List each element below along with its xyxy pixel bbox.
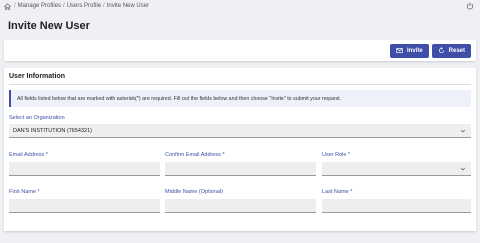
chevron-down-icon <box>460 167 466 171</box>
user-role-label: User Role * <box>322 152 350 158</box>
email-field[interactable] <box>9 162 160 176</box>
confirm-email-label: Confirm Email Address * <box>165 152 225 158</box>
email-label-text: Email Address <box>9 152 45 158</box>
refresh-icon <box>438 47 444 53</box>
home-icon[interactable] <box>4 2 11 10</box>
first-name-label: First Name * <box>9 189 40 195</box>
section-divider <box>9 84 471 85</box>
organization-select[interactable]: DAN'S INSTITUTION (7654321) <box>9 124 471 138</box>
invite-button[interactable]: Invite <box>389 43 429 58</box>
first-name-label-text: First Name <box>9 189 36 195</box>
breadcrumb-separator: / <box>63 3 65 9</box>
middle-name-label-text: Middle Name (Optional) <box>165 189 224 195</box>
reset-button-label: Reset <box>448 47 465 54</box>
required-marker: * <box>222 152 225 158</box>
breadcrumb-item-manage-profiles[interactable]: Manage Profiles <box>18 3 61 9</box>
email-label: Email Address * <box>9 152 48 158</box>
breadcrumb-item-users-profile[interactable]: Users Profile <box>67 3 101 9</box>
organization-label: Select an Organization <box>9 115 65 121</box>
invite-button-label: Invite <box>406 47 423 54</box>
required-marker: * <box>37 189 40 195</box>
middle-name-label: Middle Name (Optional) <box>165 189 223 195</box>
user-information-form: User Information All fields listed below… <box>4 68 476 231</box>
chevron-down-icon <box>460 129 466 133</box>
middle-name-field[interactable] <box>165 199 316 213</box>
first-name-field[interactable] <box>9 199 160 213</box>
confirm-email-field[interactable] <box>165 162 316 176</box>
last-name-label-text: Last Name <box>322 189 349 195</box>
required-marker: * <box>350 189 353 195</box>
envelope-icon <box>396 48 403 53</box>
reset-button[interactable]: Reset <box>431 43 471 58</box>
power-icon[interactable] <box>466 2 474 10</box>
actions-bar: Invite Reset <box>4 40 476 61</box>
breadcrumb: / Manage Profiles / Users Profile / Invi… <box>0 0 480 12</box>
organization-select-value: DAN'S INSTITUTION (7654321) <box>13 127 92 134</box>
breadcrumb-item-invite-new-user: Invite New User <box>106 3 150 9</box>
section-title: User Information <box>9 73 66 80</box>
required-fields-notice: All fields listed below that are marked … <box>9 90 471 107</box>
last-name-label: Last Name * <box>322 189 352 195</box>
required-marker: * <box>45 152 48 158</box>
last-name-field[interactable] <box>322 199 471 213</box>
breadcrumb-separator: / <box>103 3 105 9</box>
user-role-label-text: User Role <box>322 152 347 158</box>
confirm-email-label-text: Confirm Email Address <box>165 152 221 158</box>
required-marker: * <box>347 152 351 158</box>
user-role-select[interactable] <box>322 162 471 176</box>
breadcrumb-separator: / <box>14 3 16 9</box>
